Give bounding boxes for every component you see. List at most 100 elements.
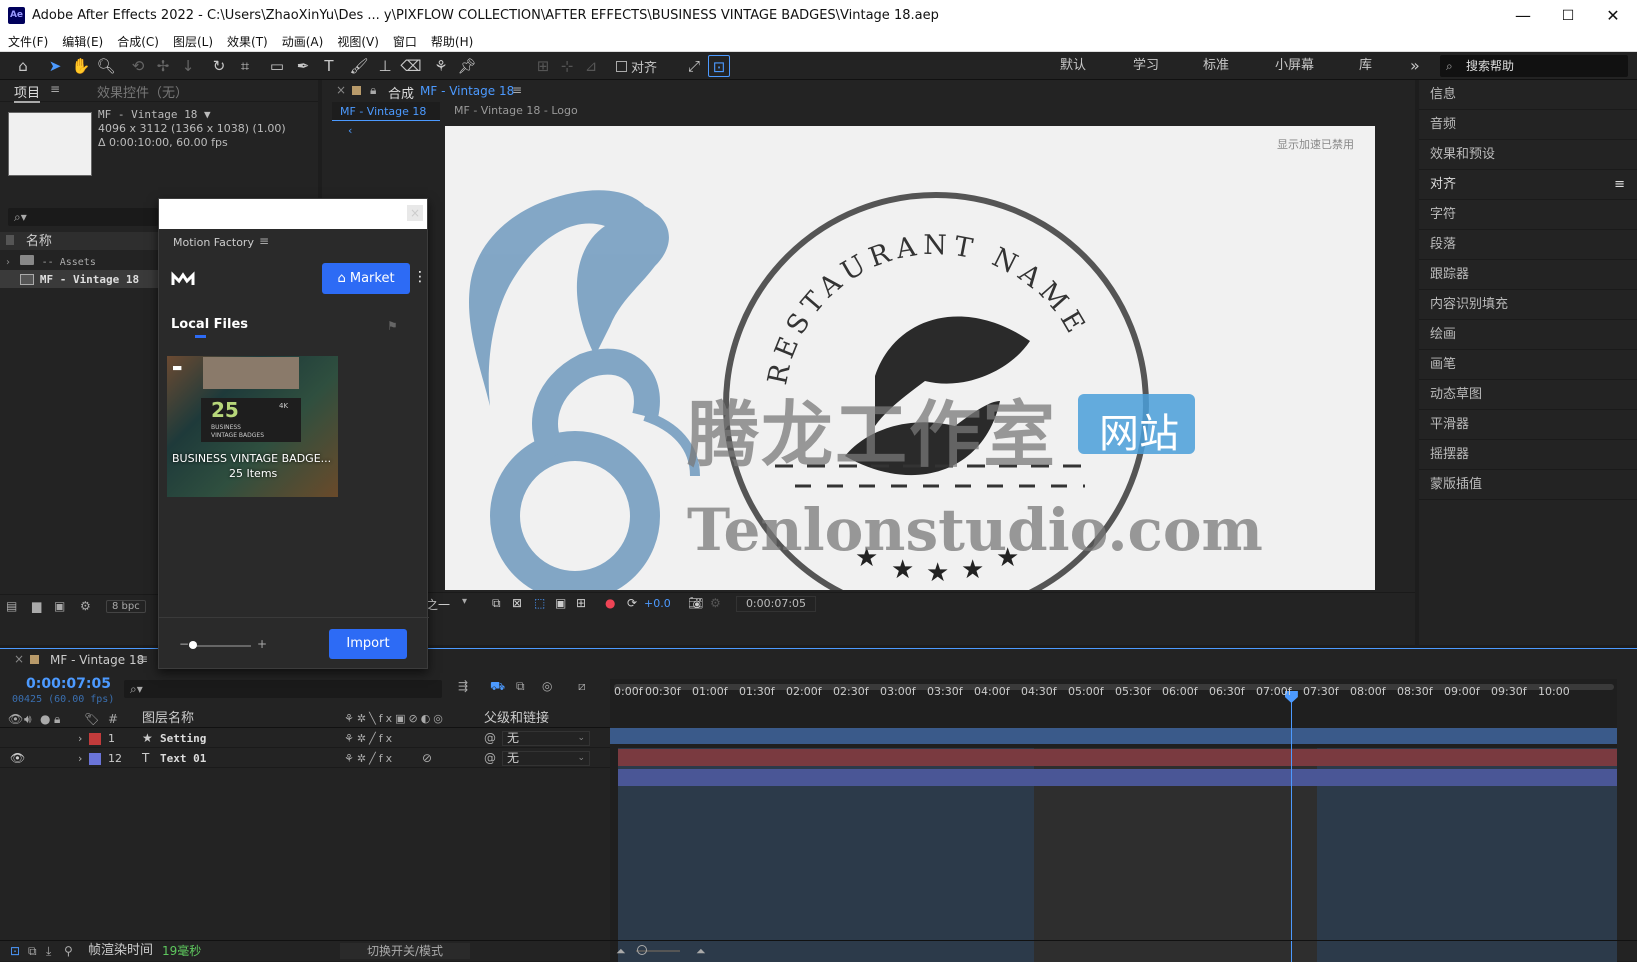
menu-view[interactable]: 视图(V) <box>337 32 379 51</box>
panel-wiggler[interactable]: 摇摆器 <box>1419 440 1637 470</box>
panel-paragraph[interactable]: 段落 <box>1419 230 1637 260</box>
puppet-pin-icon[interactable]: 📌︎ <box>456 55 478 77</box>
layer-name[interactable]: Setting <box>160 729 206 748</box>
close-timeline-tab-icon[interactable]: × <box>14 652 24 666</box>
layer-row[interactable]: 👁︎ › 12 T Text 01 ⚘✲╱fx ⊘ @ 无 ⌄ <box>0 749 610 768</box>
motion-blur-icon[interactable]: ⊘ <box>422 749 432 768</box>
panel-motion-sketch[interactable]: 动态草图 <box>1419 380 1637 410</box>
project-menu-icon[interactable]: ≡ <box>50 82 60 96</box>
menu-file[interactable]: 文件(F) <box>8 32 48 51</box>
new-comp-icon[interactable]: ▣ <box>54 599 65 613</box>
panel-info[interactable]: 信息 <box>1419 80 1637 110</box>
timeline-search-input[interactable]: ⌕▾ <box>124 680 442 698</box>
close-comp-tab-icon[interactable]: × <box>336 83 346 97</box>
minimize-icon[interactable]: — <box>1500 4 1546 28</box>
axis-world-icon[interactable]: ⊹ <box>556 55 578 77</box>
home-icon[interactable]: ⌂ <box>12 55 34 77</box>
zoom-out-icon[interactable]: ⏶ <box>616 941 626 961</box>
layer-switches[interactable]: ⚘✲╱fx <box>344 749 395 768</box>
menu-help[interactable]: 帮助(H) <box>431 32 473 51</box>
dolly-camera-icon[interactable]: ↓ <box>177 55 199 77</box>
close-icon[interactable]: × <box>407 205 423 221</box>
flag-icon[interactable]: ⚑ <box>387 319 398 333</box>
mask-visibility-icon[interactable]: ⬚ <box>534 596 545 610</box>
fast-previews-icon[interactable]: ⧉ <box>492 596 501 611</box>
in-out-icon[interactable]: ⤓ <box>46 941 51 961</box>
more-icon[interactable]: ⋮ <box>413 269 427 285</box>
video-switch-icon[interactable]: 👁︎ <box>8 710 23 728</box>
tab-project[interactable]: 项目 <box>14 82 41 103</box>
workspace-standard[interactable]: 标准 <box>1203 52 1229 80</box>
zoom-slider-thumb[interactable] <box>637 945 647 955</box>
workspace-small-screen[interactable]: 小屏幕 <box>1275 52 1314 80</box>
project-search-input[interactable]: ⌕▾ <box>8 208 158 226</box>
menu-edit[interactable]: 编辑(E) <box>62 32 103 51</box>
exposure-value[interactable]: +0.0 <box>644 597 671 610</box>
pickwhip-icon[interactable]: @ <box>484 749 496 768</box>
chevron-down-icon[interactable]: ▾ <box>462 596 467 607</box>
panel-menu-icon[interactable]: ≡ <box>259 234 269 248</box>
panel-effects-presets[interactable]: 效果和预设 <box>1419 140 1637 170</box>
timeline-timecode[interactable]: 0:00:07:05 <box>26 676 111 692</box>
clone-stamp-icon[interactable]: ⊥ <box>374 55 396 77</box>
reset-exposure-icon[interactable]: ⟳ <box>627 596 637 610</box>
workspace-libraries[interactable]: 库 <box>1359 52 1372 80</box>
layer-bar-2[interactable] <box>618 769 1617 786</box>
market-button[interactable]: ⌂ Market <box>322 263 410 294</box>
shy-layers-icon[interactable]: ⧉ <box>516 679 525 694</box>
workspace-more-icon[interactable]: » <box>1410 52 1420 80</box>
menu-layer[interactable]: 图层(L) <box>173 32 213 51</box>
comp-name[interactable]: MF - Vintage 18 ▼ <box>98 108 211 121</box>
expand-layer-icon[interactable]: › <box>78 749 82 768</box>
hand-tool-icon[interactable]: ✋ <box>70 55 92 77</box>
type-tool-icon[interactable]: T <box>318 55 340 77</box>
comp-flowchart-icon[interactable]: ⇶ <box>458 679 468 693</box>
layer-label-color[interactable] <box>89 733 101 745</box>
align-checkbox[interactable]: 对齐 <box>616 57 657 76</box>
lock-column-icon[interactable]: 🔒︎ <box>54 710 60 728</box>
layer-row[interactable]: › 1 ★ Setting ⚘✲╱fx @ 无 ⌄ <box>0 729 610 748</box>
zoom-tool-icon[interactable]: 🔍︎ <box>95 55 117 77</box>
eraser-tool-icon[interactable]: ⌫ <box>400 55 422 77</box>
panel-content-aware-fill[interactable]: 内容识别填充 <box>1419 290 1637 320</box>
panel-brushes[interactable]: 画笔 <box>1419 350 1637 380</box>
bpc-button[interactable]: 8 bpc <box>106 600 146 613</box>
project-item-comp[interactable]: MF - Vintage 18 <box>0 270 158 288</box>
panel-menu-icon[interactable]: ≡ <box>1614 170 1625 200</box>
panel-mask-interpolation[interactable]: 蒙版插值 <box>1419 470 1637 500</box>
selection-tool-icon[interactable]: ➤ <box>44 55 66 77</box>
lock-icon[interactable]: 🔒︎ <box>370 83 376 98</box>
layer-switches-toggle-icon[interactable]: ⊡ <box>10 941 20 961</box>
composition-viewer[interactable]: RESTAURANT NAME ★ ★ ★ ★ ★ 显示加速已禁用 腾龙工作室 … <box>445 126 1375 590</box>
playhead[interactable] <box>1284 691 1298 962</box>
menu-window[interactable]: 窗口 <box>393 32 417 51</box>
menu-effect[interactable]: 效果(T) <box>227 32 268 51</box>
flowchart-icon[interactable]: ⚙ <box>80 599 91 613</box>
snapshot-icon[interactable]: 📷︎ <box>688 596 703 610</box>
axis-local-icon[interactable]: ⊞ <box>532 55 554 77</box>
color-channel-icon[interactable]: ● <box>605 596 615 610</box>
audio-switch-icon[interactable]: 🔊︎ <box>24 710 32 728</box>
comp-menu-icon[interactable]: ≡ <box>512 83 522 97</box>
column-name[interactable]: 名称 <box>26 234 52 249</box>
graph-editor-icon[interactable]: ⧄ <box>578 679 586 694</box>
tab-effect-controls[interactable]: 效果控件（无） <box>97 82 188 101</box>
expand-icon[interactable]: › <box>6 257 10 268</box>
snap-icon[interactable]: ⤢ <box>683 55 705 77</box>
help-search-input[interactable]: ⌕ 搜索帮助 <box>1440 55 1628 77</box>
subtab-active[interactable]: MF - Vintage 18 ‹ <box>332 102 440 137</box>
roto-brush-icon[interactable]: ⚘ <box>430 55 452 77</box>
panel-tracker[interactable]: 跟踪器 <box>1419 260 1637 290</box>
current-time-display[interactable]: 0:00:07:05 <box>736 596 816 612</box>
brush-tool-icon[interactable]: 🖌︎ <box>348 55 370 77</box>
region-of-interest-icon[interactable]: ▣ <box>555 596 566 610</box>
maximize-icon[interactable]: ☐ <box>1545 4 1591 28</box>
work-area-bar[interactable] <box>610 728 1617 744</box>
parent-dropdown[interactable]: 无 ⌄ <box>502 751 590 766</box>
project-item-folder[interactable]: › -- Assets <box>0 252 158 270</box>
zoom-plus-icon[interactable]: + <box>257 637 267 651</box>
rectangle-tool-icon[interactable]: ▭ <box>266 55 288 77</box>
workspace-default[interactable]: 默认 <box>1060 52 1086 80</box>
frame-blending-icon[interactable]: ◎ <box>542 679 552 693</box>
transfer-controls-icon[interactable]: ⧉ <box>28 941 37 961</box>
